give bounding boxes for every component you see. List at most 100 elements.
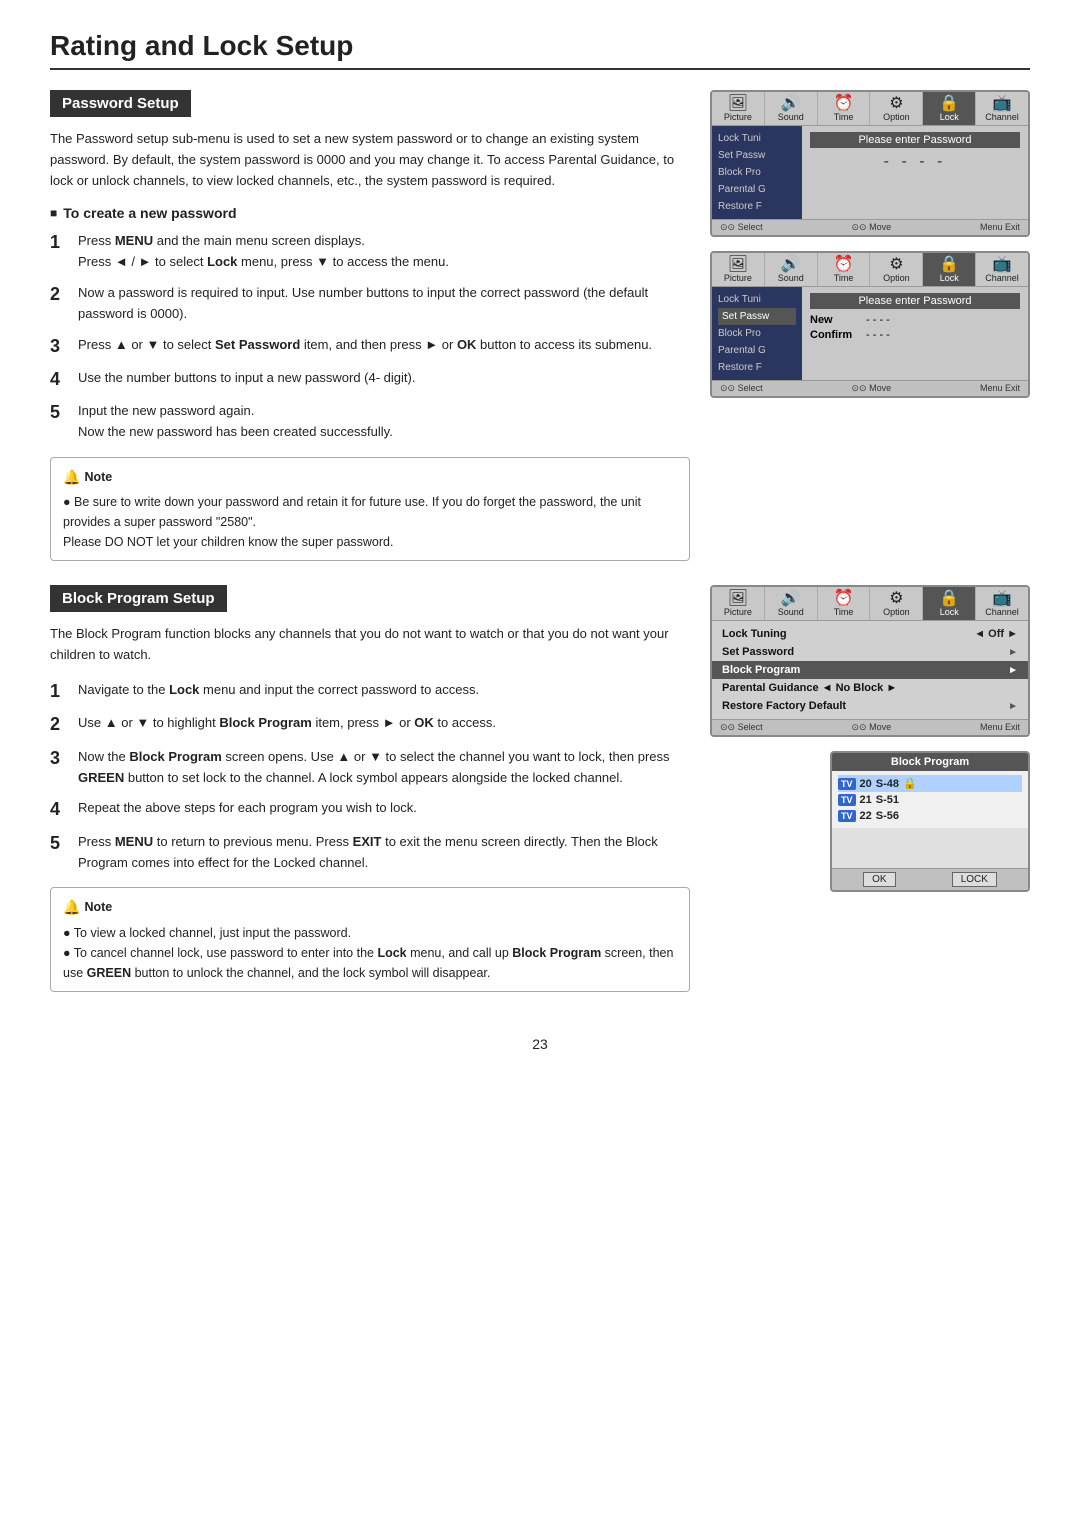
tv-menu-lock-1: 🔒 Lock [923,92,976,125]
channel-icon-3: 📺 [978,591,1026,607]
bp-step-3: 3 Now the Block Program screen opens. Us… [50,747,690,789]
note-label-2: 🔔 Note [63,896,677,918]
bp-step-text-1: Navigate to the Lock menu and input the … [78,680,690,703]
bp-step-1: 1 Navigate to the Lock menu and input th… [50,680,690,703]
bp-channel-num-2: 21 [860,794,872,806]
footer-move-2: ⊙⊙ Move [851,383,891,394]
bp-step-num-1: 1 [50,680,68,703]
password-setup-heading: Password Setup [50,90,191,117]
bp-screen-title: Block Program [832,753,1028,771]
picture-label-2: Picture [724,273,752,283]
option-icon-3: ⚙ [872,591,920,607]
tv-menu-sound-3: 🔊 Sound [765,587,818,620]
bp-channel-list: TV 20 S-48 🔒 TV 21 S-51 TV 22 S-56 [832,771,1028,828]
note-line-2: Please DO NOT let your children know the… [63,532,677,552]
tv-menu-sound-1: 🔊 Sound [765,92,818,125]
password-step-4: 4 Use the number buttons to input a new … [50,368,690,391]
option-icon-1: ⚙ [872,96,920,112]
step-num-3: 3 [50,335,68,358]
block-program-left-col: Block Program Setup The Block Program fu… [50,585,690,1005]
bp-note-line-1: ● To view a locked channel, just input t… [63,923,677,943]
time-icon-2: ⏰ [820,257,868,273]
bp-step-text-5: Press MENU to return to previous menu. P… [78,832,690,874]
tv-footer-1: ⊙⊙ Select ⊙⊙ Move Menu Exit [712,219,1028,235]
time-label-3: Time [834,607,854,617]
sidebar-set-password-1: Set Passw [718,147,796,164]
tv-menu-time-1: ⏰ Time [818,92,871,125]
sound-label-3: Sound [778,607,804,617]
lock-icon-2: 🔒 [925,257,973,273]
set-password-row: Set Password ► [712,643,1028,661]
picture-label-1: Picture [724,112,752,122]
tv-screen-3: 🖼 Picture 🔊 Sound ⏰ Time ⚙ Option 🔒 [710,585,1030,737]
step-text-2: Now a password is required to input. Use… [78,283,690,325]
sound-icon-2: 🔊 [767,257,815,273]
create-password-heading: To create a new password [50,205,690,221]
tv-menu-time-3: ⏰ Time [818,587,871,620]
tv-menu-option-2: ⚙ Option [870,253,923,286]
block-program-right-col: 🖼 Picture 🔊 Sound ⏰ Time ⚙ Option 🔒 [710,585,1030,1005]
tv-screen-2: 🖼 Picture 🔊 Sound ⏰ Time ⚙ Option 🔒 [710,251,1030,398]
bp-step-num-2: 2 [50,713,68,736]
tv-menu-option-1: ⚙ Option [870,92,923,125]
footer-select-2: ⊙⊙ Select [720,383,763,394]
tv-menu-bar-3: 🖼 Picture 🔊 Sound ⏰ Time ⚙ Option 🔒 [712,587,1028,621]
bp-channel-21: TV 21 S-51 [838,792,1022,808]
restore-factory-row: Restore Factory Default ► [712,697,1028,715]
tv-body-2: Lock Tuni Set Passw Block Pro Parental G… [712,287,1028,380]
tv-menu-picture-3: 🖼 Picture [712,587,765,620]
password-note: 🔔 Note ● Be sure to write down your pass… [50,457,690,561]
sidebar-set-password-2: Set Passw [718,308,796,325]
tv-popup-1: Please enter Password - - - - [802,126,1028,219]
step-num-4: 4 [50,368,68,391]
bp-screen: Block Program TV 20 S-48 🔒 TV 21 S-51 TV… [830,751,1030,892]
tv-menu-bar-2: 🖼 Picture 🔊 Sound ⏰ Time ⚙ Option 🔒 [712,253,1028,287]
page-title: Rating and Lock Setup [50,30,1030,70]
bp-ok-button[interactable]: OK [863,872,895,887]
parental-guidance-row: Parental Guidance ◄ No Block ► [712,679,1028,697]
sound-label-2: Sound [778,273,804,283]
bp-step-4: 4 Repeat the above steps for each progra… [50,798,690,821]
note-label-1: 🔔 Note [63,466,677,488]
password-step-3: 3 Press ▲ or ▼ to select Set Password it… [50,335,690,358]
time-icon-1: ⏰ [820,96,868,112]
tv-menu-sound-2: 🔊 Sound [765,253,818,286]
bp-step-num-4: 4 [50,798,68,821]
bp-tv-badge-2: TV [838,794,856,806]
lock-label-1: Lock [940,112,959,122]
footer-select-3: ⊙⊙ Select [720,722,763,733]
bp-step-text-3: Now the Block Program screen opens. Use … [78,747,690,789]
picture-icon-2: 🖼 [714,257,762,273]
bp-note-line-2: ● To cancel channel lock, use password t… [63,943,677,983]
popup-confirm-row: Confirm - - - - [810,329,1020,341]
tv-menu-lock-2: 🔒 Lock [923,253,976,286]
tv-footer-3: ⊙⊙ Select ⊙⊙ Move Menu Exit [712,719,1028,735]
sidebar-lock-tuning-2: Lock Tuni [718,291,796,308]
tv-menu-picture-1: 🖼 Picture [712,92,765,125]
popup-new-label: New [810,314,860,326]
time-label-2: Time [834,273,854,283]
tv-menu-bar-1: 🖼 Picture 🔊 Sound ⏰ Time ⚙ Option 🔒 [712,92,1028,126]
block-program-steps-list: 1 Navigate to the Lock menu and input th… [50,680,690,873]
bp-step-text-2: Use ▲ or ▼ to highlight Block Program it… [78,713,690,736]
tv-sidebar-2: Lock Tuni Set Passw Block Pro Parental G… [712,287,802,380]
popup-confirm-label: Confirm [810,329,860,341]
picture-icon-3: 🖼 [714,591,762,607]
channel-icon-2: 📺 [978,257,1026,273]
channel-label-2: Channel [985,273,1019,283]
block-program-heading: Block Program Setup [50,585,227,612]
option-label-1: Option [883,112,910,122]
bp-footer: OK LOCK [832,868,1028,890]
tv-lock-body: Lock Tuning ◄ Off ► Set Password ► Block… [712,621,1028,719]
bp-lock-button[interactable]: LOCK [952,872,997,887]
password-step-5: 5 Input the new password again.Now the n… [50,401,690,443]
footer-exit-3: Menu Exit [980,722,1020,733]
lock-label-2: Lock [940,273,959,283]
step-num-2: 2 [50,283,68,325]
tv-screen-1: 🖼 Picture 🔊 Sound ⏰ Time ⚙ Option 🔒 [710,90,1030,237]
channel-icon-1: 📺 [978,96,1026,112]
lock-icon-3: 🔒 [925,591,973,607]
footer-move-3: ⊙⊙ Move [851,722,891,733]
block-program-row-selected: Block Program ► [712,661,1028,679]
bp-channel-name-3: S-56 [876,810,899,822]
